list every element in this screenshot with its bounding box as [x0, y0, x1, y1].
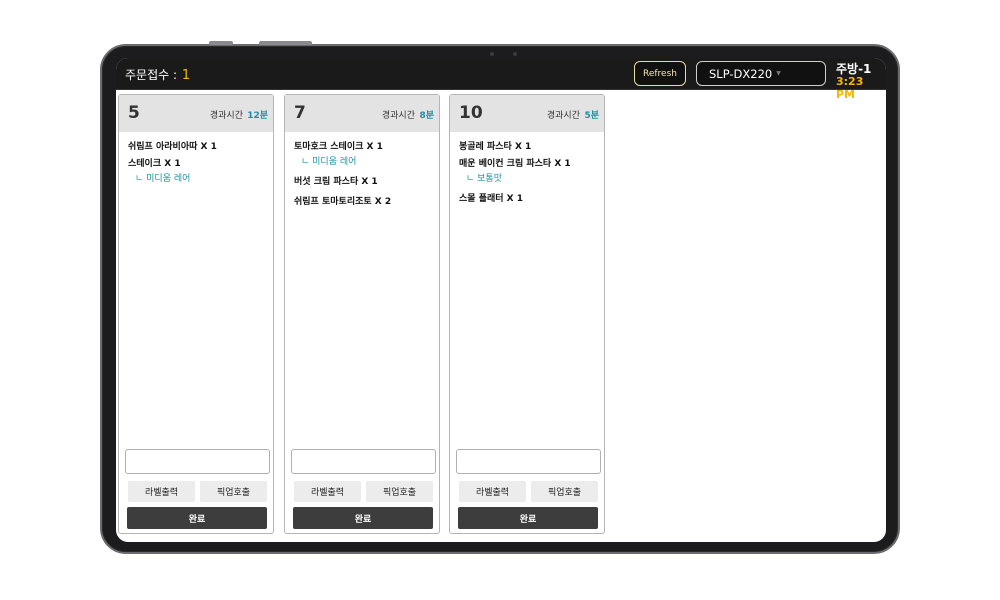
- print-label-button[interactable]: 라벨출력: [128, 481, 195, 502]
- memo-input[interactable]: [291, 449, 436, 474]
- order-card: 7 경과시간 8분 토마호크 스테이크 X 1 ㄴ 미디움 레어 버섯 크림 파스…: [284, 94, 440, 534]
- camera-dot: [513, 52, 517, 56]
- order-item-option: ㄴ 미디움 레어: [135, 174, 191, 184]
- table-number: 10: [459, 103, 483, 123]
- refresh-button[interactable]: Refresh: [634, 61, 686, 86]
- elapsed-time: 8분: [419, 111, 434, 121]
- order-items: 봉골레 파스타 X 1 매운 베이컨 크림 파스타 X 1 ㄴ 보통맛 스몰 플래…: [450, 132, 604, 204]
- order-items: 쉬림프 아라비아따 X 1 스테이크 X 1 ㄴ 미디움 레어: [119, 132, 273, 184]
- order-item-name: 버섯 크림 파스타 X 1: [294, 177, 378, 187]
- print-label-button[interactable]: 라벨출력: [294, 481, 361, 502]
- table-number: 7: [294, 103, 306, 123]
- power-button: [259, 41, 312, 45]
- order-item-name: 쉬림프 토마토리조토 X 2: [294, 197, 392, 207]
- elapsed-time: 5분: [584, 111, 599, 121]
- order-item-name: 스몰 플래터 X 1: [459, 194, 524, 204]
- elapsed-label: 경과시간: [546, 111, 580, 121]
- order-item-option: ㄴ 보통맛: [466, 174, 502, 184]
- top-bar: 주문접수 : 1 Refresh SLP-DX220 ▼ 주방-1 3:23 P…: [116, 58, 886, 101]
- complete-button[interactable]: 완료: [458, 507, 598, 529]
- elapsed-time: 12분: [247, 111, 268, 121]
- current-time: 3:23 PM: [836, 75, 864, 101]
- order-card-header: 7 경과시간 8분: [285, 95, 439, 132]
- elapsed-label: 경과시간: [209, 111, 243, 121]
- order-count-label: 주문접수 :: [125, 68, 181, 82]
- order-item: 토마호크 스테이크 X 1 ㄴ 미디움 레어: [294, 139, 430, 167]
- order-item-name: 쉬림프 아라비아따 X 1: [128, 142, 217, 152]
- memo-input[interactable]: [456, 449, 601, 474]
- complete-button[interactable]: 완료: [293, 507, 433, 529]
- table-number: 5: [128, 103, 140, 123]
- order-items: 토마호크 스테이크 X 1 ㄴ 미디움 레어 버섯 크림 파스타 X 1 쉬림프 …: [285, 132, 439, 207]
- order-item-name: 매운 베이컨 크림 파스타 X 1: [459, 159, 571, 169]
- order-item: 봉골레 파스타 X 1: [459, 139, 595, 152]
- order-card-header: 5 경과시간 12분: [119, 95, 273, 132]
- order-item: 쉬림프 아라비아따 X 1: [128, 139, 264, 152]
- order-card-header: 10 경과시간 5분: [450, 95, 604, 132]
- kds-screen: 주문접수 : 1 Refresh SLP-DX220 ▼ 주방-1 3:23 P…: [116, 58, 886, 542]
- printer-select-value: SLP-DX220: [709, 66, 773, 81]
- memo-input[interactable]: [125, 449, 270, 474]
- elapsed-label: 경과시간: [381, 111, 415, 121]
- print-label-button[interactable]: 라벨출력: [459, 481, 526, 502]
- pickup-call-button[interactable]: 픽업호출: [366, 481, 433, 502]
- order-count: 주문접수 : 1: [125, 66, 190, 83]
- camera-dot: [490, 52, 494, 56]
- order-item: 스테이크 X 1 ㄴ 미디움 레어: [128, 156, 264, 184]
- order-card: 5 경과시간 12분 쉬림프 아라비아따 X 1 스테이크 X 1 ㄴ 미디움 레…: [118, 94, 274, 534]
- order-item: 스몰 플래터 X 1: [459, 191, 595, 204]
- volume-button: [209, 41, 233, 45]
- printer-select[interactable]: SLP-DX220 ▼: [696, 61, 826, 86]
- order-item: 쉬림프 토마토리조토 X 2: [294, 194, 430, 207]
- order-item-option: ㄴ 미디움 레어: [301, 157, 357, 167]
- order-item: 매운 베이컨 크림 파스타 X 1 ㄴ 보통맛: [459, 156, 595, 184]
- complete-button[interactable]: 완료: [127, 507, 267, 529]
- order-item-name: 토마호크 스테이크 X 1: [294, 142, 383, 152]
- order-card: 10 경과시간 5분 봉골레 파스타 X 1 매운 베이컨 크림 파스타 X 1…: [449, 94, 605, 534]
- order-item-name: 스테이크 X 1: [128, 159, 181, 169]
- order-item: 버섯 크림 파스타 X 1: [294, 174, 430, 187]
- order-item-name: 봉골레 파스타 X 1: [459, 142, 532, 152]
- order-count-value: 1: [181, 68, 191, 83]
- pickup-call-button[interactable]: 픽업호출: [200, 481, 267, 502]
- chevron-down-icon: ▼: [776, 70, 781, 77]
- pickup-call-button[interactable]: 픽업호출: [531, 481, 598, 502]
